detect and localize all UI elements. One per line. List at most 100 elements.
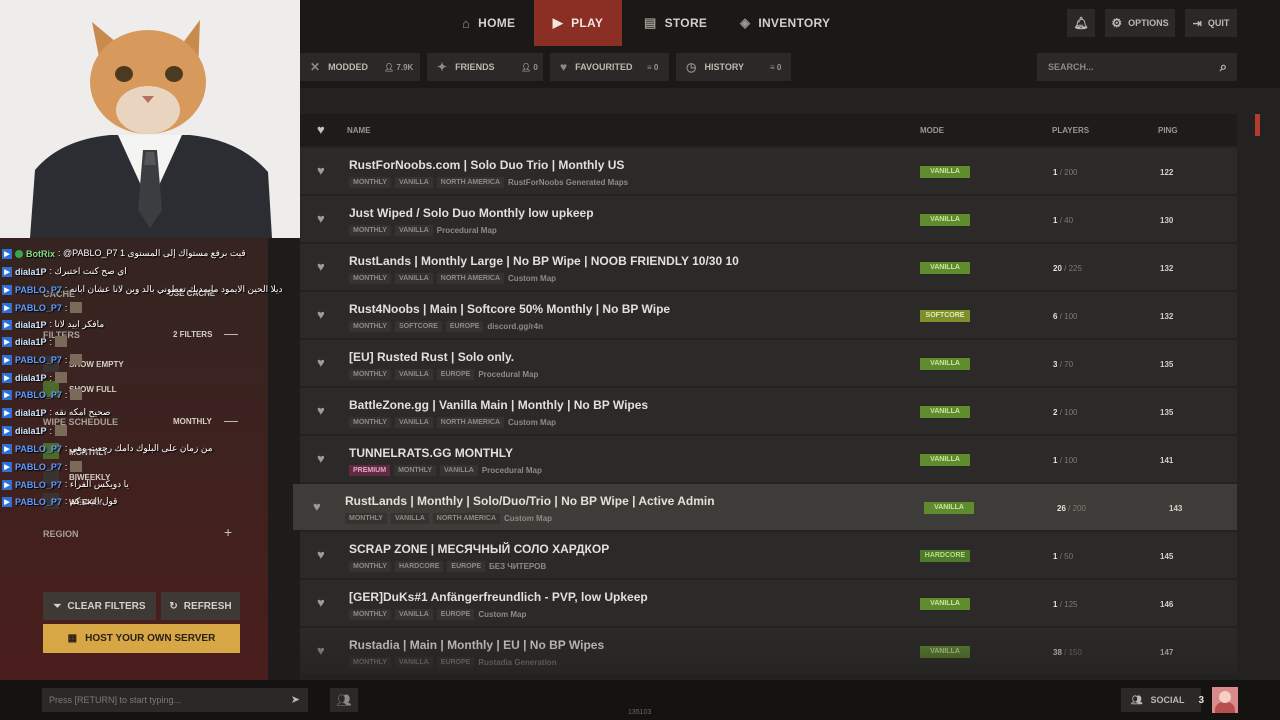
chat-text: : قول البث كم — [64, 496, 118, 506]
players-max: / 70 — [1059, 360, 1074, 369]
favourite-heart-icon[interactable]: ♥ — [317, 355, 325, 370]
chat-text: : — [64, 302, 68, 313]
mode-badge: VANILLA — [920, 454, 970, 466]
platform-badge-icon: ▶ — [2, 319, 12, 330]
clear-filters-button[interactable]: ⏷ CLEAR FILTERS — [43, 592, 156, 620]
collapse-filters-icon[interactable]: — — [224, 325, 238, 341]
host-server-button[interactable]: ▦ HOST YOUR OWN SERVER — [43, 624, 240, 653]
nav-store[interactable]: ▤ STORE — [644, 0, 707, 46]
server-tags: MONTHLY VANILLA NORTH AMERICA Custom Map — [349, 273, 556, 284]
server-tag: EUROPE — [436, 609, 475, 620]
server-name: TUNNELRATS.GG MONTHLY — [349, 446, 513, 460]
column-name[interactable]: NAME — [347, 126, 371, 135]
mode-badge: VANILLA — [920, 166, 970, 178]
history-icon: ◷ — [686, 60, 697, 74]
inventory-icon: ◈ — [740, 15, 751, 30]
server-tag: NORTH AMERICA — [436, 417, 505, 428]
platform-badge-icon: ▶ — [2, 248, 12, 259]
chat-message: ▶ PABLO_P7: يا دويكس الفراء — [2, 479, 129, 490]
mode-badge: VANILLA — [920, 406, 970, 418]
favourite-heart-icon[interactable]: ♥ — [317, 307, 325, 322]
favourite-heart-icon[interactable]: ♥ — [317, 451, 325, 466]
players-max: / 125 — [1059, 600, 1078, 609]
chat-message: ▶ PABLO_P7: من زمان على البلوك دامك رجعت … — [2, 443, 213, 454]
column-mode[interactable]: MODE — [920, 126, 944, 135]
tab-favourited[interactable]: ♥ FAVOURITED ≡ 0 — [550, 53, 669, 81]
table-row[interactable]: ♥ TUNNELRATS.GG MONTHLY PREMIUM MONTHLY VANI… — [300, 436, 1237, 482]
table-row[interactable]: ♥ Rustadia | Main | Monthly | EU | No BP … — [300, 628, 1237, 674]
chat-username: PABLO_P7 — [15, 461, 62, 472]
options-button[interactable]: ⚙ OPTIONS — [1105, 9, 1175, 37]
region-label: REGION — [43, 529, 79, 539]
favourite-heart-icon[interactable]: ♥ — [317, 163, 325, 178]
platform-badge-icon: ▶ — [2, 354, 12, 365]
server-tag: VANILLA — [394, 177, 433, 188]
platform-badge-icon: ▶ — [2, 266, 12, 277]
chat-text: : من زمان على البلوك دامك رجعت وهي — [64, 443, 213, 453]
tab-friends[interactable]: ✦ FRIENDS 👤︎ 0 — [427, 53, 543, 81]
table-row[interactable]: ♥ RustLands | Monthly | Solo/Duo/Trio | N… — [293, 484, 1237, 530]
favourite-heart-icon[interactable]: ♥ — [317, 595, 325, 610]
tab-modded-label: MODDED — [328, 62, 369, 72]
favourite-heart-icon[interactable]: ♥ — [317, 211, 325, 226]
table-row[interactable]: ♥ SCRAP ZONE | МЕСЯЧНЫЙ СОЛО ХАРДКОР MONTH… — [300, 532, 1237, 578]
emote-icon — [70, 389, 83, 400]
refresh-button[interactable]: ↻ REFRESH — [161, 592, 240, 620]
server-tag: EUROPE — [445, 321, 484, 332]
search-input[interactable]: SEARCH... ⌕ — [1037, 53, 1237, 81]
favourite-heart-icon[interactable]: ♥ — [317, 403, 325, 418]
players-current: 1 — [1053, 552, 1058, 561]
column-ping[interactable]: PING — [1158, 126, 1178, 135]
table-row[interactable]: ♥ RustForNoobs.com | Solo Duo Trio | Mont… — [300, 148, 1237, 194]
chat-input[interactable]: Press [RETURN] to start typing... ➤ — [42, 688, 308, 712]
favourite-heart-icon[interactable]: ♥ — [313, 499, 321, 514]
collapse-wipe-icon[interactable]: — — [224, 412, 238, 428]
column-players[interactable]: PLAYERS — [1052, 126, 1089, 135]
social-label: SOCIAL — [1150, 695, 1185, 705]
platform-badge-icon: ▶ — [2, 407, 12, 418]
notifications-button[interactable]: 🔔︎ — [1067, 9, 1095, 37]
player-count: 3 / 70 — [1053, 360, 1073, 369]
mode-badge: VANILLA — [920, 358, 970, 370]
table-row[interactable]: ♥ BattleZone.gg | Vanilla Main | Monthly … — [300, 388, 1237, 434]
table-row[interactable]: ♥ RustLands | Monthly Large | No BP Wipe … — [300, 244, 1237, 290]
send-icon[interactable]: ➤ — [291, 693, 300, 706]
server-tag: EUROPE — [447, 561, 485, 572]
favourite-heart-icon[interactable]: ♥ — [317, 259, 325, 274]
players-current: 1 — [1053, 600, 1058, 609]
favourite-heart-icon[interactable]: ♥ — [317, 547, 325, 562]
table-row[interactable]: ♥ [GER]DuKs#1 Anfängerfreundlich - PVP, l… — [300, 580, 1237, 626]
avatar[interactable] — [1212, 687, 1238, 713]
favourite-heart-icon[interactable]: ♥ — [317, 643, 325, 658]
gear-icon: ⚙ — [1111, 16, 1123, 30]
players-current: 1 — [1053, 216, 1058, 225]
favourite-column-icon[interactable]: ♥ — [317, 122, 325, 137]
server-map-info: RustForNoobs Generated Maps — [508, 178, 629, 187]
platform-badge-icon: ▶ — [2, 336, 12, 347]
expand-region-icon[interactable]: + — [224, 524, 232, 540]
add-friend-button[interactable]: 👥︎ — [330, 688, 358, 712]
chat-text: : — [64, 389, 68, 400]
nav-play[interactable]: ▶ PLAY — [534, 0, 622, 46]
chat-message: ▶ PABLO_P7: — [2, 354, 83, 365]
scrollbar[interactable] — [1255, 114, 1260, 136]
chat-text: : — [49, 425, 53, 436]
social-button[interactable]: 👥︎ SOCIAL 3 — [1121, 688, 1204, 712]
quit-button[interactable]: ⇥ QUIT — [1185, 9, 1237, 37]
server-tag: VANILLA — [390, 513, 429, 524]
chat-message: ▶ diala1P: — [2, 336, 68, 347]
server-name: RustForNoobs.com | Solo Duo Trio | Month… — [349, 158, 625, 172]
nav-home[interactable]: ⌂ HOME — [462, 0, 522, 46]
chat-message: ▶ PABLO_P7: — [2, 461, 83, 472]
chat-message: ▶ diala1P: — [2, 372, 68, 383]
table-row[interactable]: ♥ Just Wiped / Solo Duo Monthly low upkee… — [300, 196, 1237, 242]
nav-inventory[interactable]: ◈ INVENTORY — [740, 0, 830, 46]
filters-count: 2 FILTERS — [173, 330, 213, 339]
store-icon: ▤ — [644, 15, 657, 30]
table-row[interactable]: ♥ Rust4Noobs | Main | Softcore 50% Monthl… — [300, 292, 1237, 338]
tab-modded[interactable]: ✕ MODDED 👤︎ 7.9K — [300, 53, 420, 81]
tab-history[interactable]: ◷ HISTORY ≡ 0 — [676, 53, 791, 81]
table-row[interactable]: ♥ [EU] Rusted Rust | Solo only. MONTHLY VAN… — [300, 340, 1237, 386]
nav-home-label: HOME — [478, 16, 516, 30]
server-tags: MONTHLY SOFTCORE EUROPE discord.gg/r4n — [349, 321, 543, 332]
